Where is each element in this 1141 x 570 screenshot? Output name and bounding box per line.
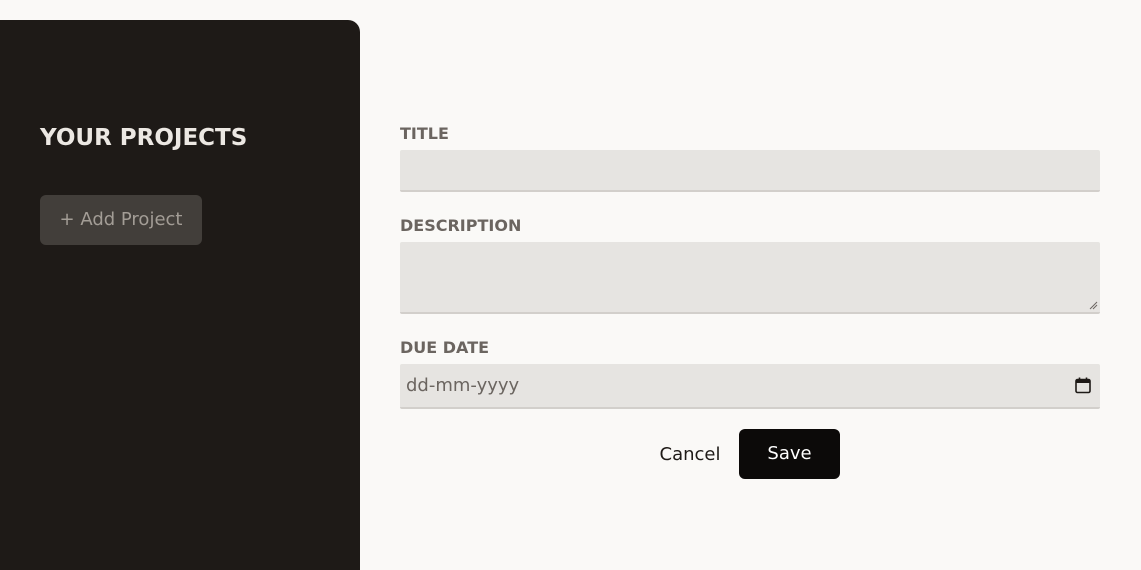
description-label: DESCRIPTION bbox=[400, 216, 522, 235]
cancel-button[interactable]: Cancel bbox=[650, 430, 730, 480]
resize-grip-icon[interactable] bbox=[1088, 300, 1098, 310]
sidebar-title: YOUR PROJECTS bbox=[40, 125, 248, 151]
title-label: TITLE bbox=[400, 124, 449, 143]
due-date-placeholder: dd-mm-yyyy bbox=[406, 375, 520, 396]
due-date-input[interactable]: dd-mm-yyyy bbox=[400, 364, 1100, 409]
save-button[interactable]: Save bbox=[739, 429, 840, 479]
calendar-icon[interactable] bbox=[1074, 376, 1092, 394]
description-textarea[interactable] bbox=[400, 242, 1100, 314]
due-date-label: DUE DATE bbox=[400, 338, 490, 357]
add-project-button[interactable]: + Add Project bbox=[40, 195, 202, 245]
title-input[interactable] bbox=[400, 150, 1100, 192]
projects-sidebar: YOUR PROJECTS + Add Project bbox=[0, 20, 360, 570]
